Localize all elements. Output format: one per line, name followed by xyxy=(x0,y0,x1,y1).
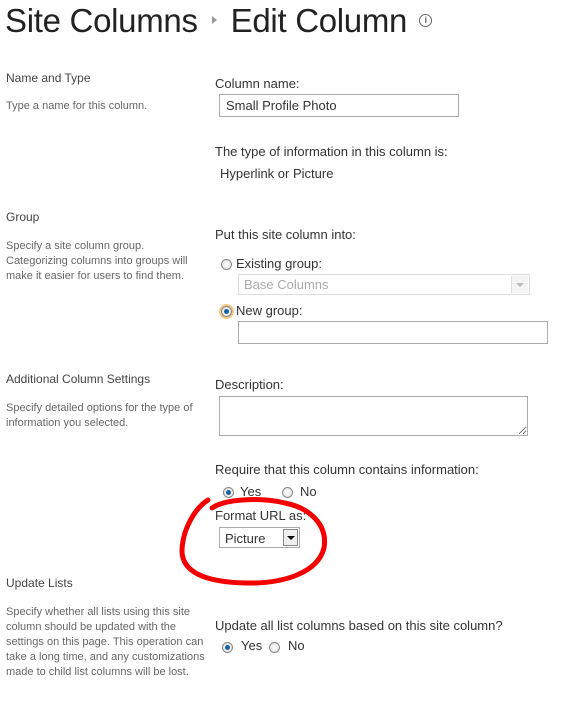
section-desc-name-type: Type a name for this column. xyxy=(6,100,148,112)
type-value: Hyperlink or Picture xyxy=(220,166,334,181)
section-heading-additional: Additional Column Settings xyxy=(6,372,151,386)
update-label: Update all list columns based on this si… xyxy=(215,618,503,633)
column-name-input[interactable] xyxy=(219,94,459,117)
section-heading-name-type: Name and Type xyxy=(6,71,91,85)
format-url-select[interactable]: Picture xyxy=(219,527,300,548)
update-no-label: No xyxy=(288,638,305,653)
info-icon[interactable]: i xyxy=(419,13,433,27)
breadcrumb-site-columns[interactable]: Site Columns xyxy=(5,2,198,39)
chevron-down-icon xyxy=(511,276,528,293)
existing-group-value: Base Columns xyxy=(244,277,329,292)
update-yes-radio[interactable] xyxy=(222,642,233,653)
description-label: Description: xyxy=(215,377,284,392)
page-title: Edit Column xyxy=(230,2,408,39)
required-no-radio[interactable] xyxy=(282,487,293,498)
required-label: Require that this column contains inform… xyxy=(215,462,479,477)
section-heading-update: Update Lists xyxy=(6,576,73,590)
format-url-label: Format URL as: xyxy=(215,508,307,523)
group-label: Put this site column into: xyxy=(215,227,356,242)
new-group-radio[interactable] xyxy=(221,306,232,317)
new-group-input[interactable] xyxy=(238,321,548,344)
type-label: The type of information in this column i… xyxy=(215,144,448,159)
section-desc-group: Specify a site column group. Categorizin… xyxy=(6,240,188,282)
column-name-label: Column name: xyxy=(215,76,300,91)
existing-group-label: Existing group: xyxy=(236,256,322,271)
new-group-label: New group: xyxy=(236,303,303,318)
update-no-radio[interactable] xyxy=(269,642,280,653)
existing-group-select: Base Columns xyxy=(238,274,530,295)
required-no-label: No xyxy=(300,484,317,499)
section-desc-update: Specify whether all lists using this sit… xyxy=(6,606,205,678)
update-yes-label: Yes xyxy=(241,638,263,653)
format-url-value: Picture xyxy=(225,531,266,546)
required-yes-label: Yes xyxy=(240,484,262,499)
section-heading-group: Group xyxy=(6,210,40,224)
chevron-down-icon xyxy=(283,529,298,546)
required-yes-radio[interactable] xyxy=(223,487,234,498)
page-header: Site Columns Edit Column i xyxy=(5,2,433,40)
section-desc-additional: Specify detailed options for the type of… xyxy=(6,402,193,429)
description-textarea[interactable] xyxy=(219,396,528,436)
breadcrumb-arrow-icon xyxy=(211,16,217,25)
existing-group-radio[interactable] xyxy=(221,259,232,270)
